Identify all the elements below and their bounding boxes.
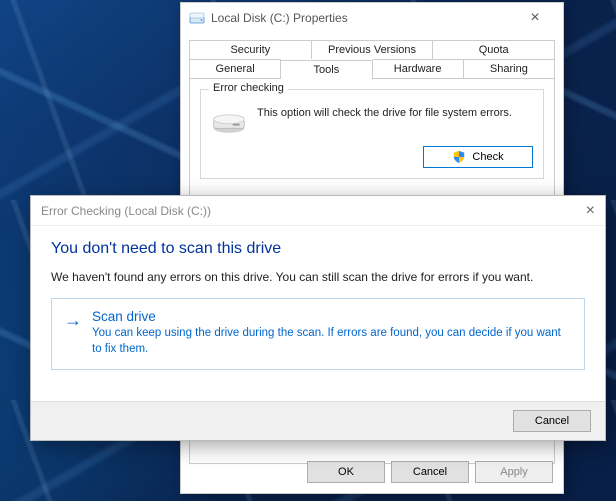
properties-titlebar[interactable]: Local Disk (C:) Properties × (181, 3, 563, 33)
error-checking-dialog: Error Checking (Local Disk (C:)) × You d… (30, 195, 606, 441)
tab-quota[interactable]: Quota (433, 40, 555, 59)
tab-previous-versions[interactable]: Previous Versions (312, 40, 434, 59)
dialog-titlebar[interactable]: Error Checking (Local Disk (C:)) × (31, 196, 605, 226)
tab-general[interactable]: General (189, 59, 281, 79)
scan-drive-title: Scan drive (92, 309, 572, 324)
error-checking-group: Error checking This option will check th… (200, 89, 544, 179)
dialog-message: We haven't found any errors on this driv… (51, 270, 585, 284)
tab-tools[interactable]: Tools (281, 60, 372, 80)
check-button[interactable]: Check (423, 146, 533, 168)
properties-title: Local Disk (C:) Properties (211, 11, 515, 25)
properties-close-button[interactable]: × (515, 6, 555, 30)
error-checking-legend: Error checking (209, 82, 288, 94)
properties-button-row: OK Cancel Apply (307, 461, 553, 483)
arrow-right-icon: → (64, 311, 82, 357)
scan-drive-option[interactable]: → Scan drive You can keep using the driv… (51, 298, 585, 370)
check-button-label: Check (472, 151, 503, 163)
dialog-close-button[interactable]: × (563, 202, 595, 220)
scan-drive-desc: You can keep using the drive during the … (92, 326, 572, 357)
cancel-button[interactable]: Cancel (391, 461, 469, 483)
shield-icon (452, 150, 466, 164)
dialog-footer: Cancel (31, 401, 605, 440)
ok-button[interactable]: OK (307, 461, 385, 483)
tab-security[interactable]: Security (189, 40, 312, 59)
tab-hardware[interactable]: Hardware (373, 59, 464, 79)
drive-icon (189, 10, 205, 26)
disk-drive-icon (211, 108, 247, 136)
error-checking-text: This option will check the drive for fil… (257, 106, 512, 121)
dialog-heading: You don't need to scan this drive (51, 240, 585, 258)
dialog-title: Error Checking (Local Disk (C:)) (41, 204, 563, 218)
dialog-cancel-button[interactable]: Cancel (513, 410, 591, 432)
tabstrip: Security Previous Versions Quota General… (189, 39, 555, 78)
tab-sharing[interactable]: Sharing (464, 59, 555, 79)
apply-button[interactable]: Apply (475, 461, 553, 483)
